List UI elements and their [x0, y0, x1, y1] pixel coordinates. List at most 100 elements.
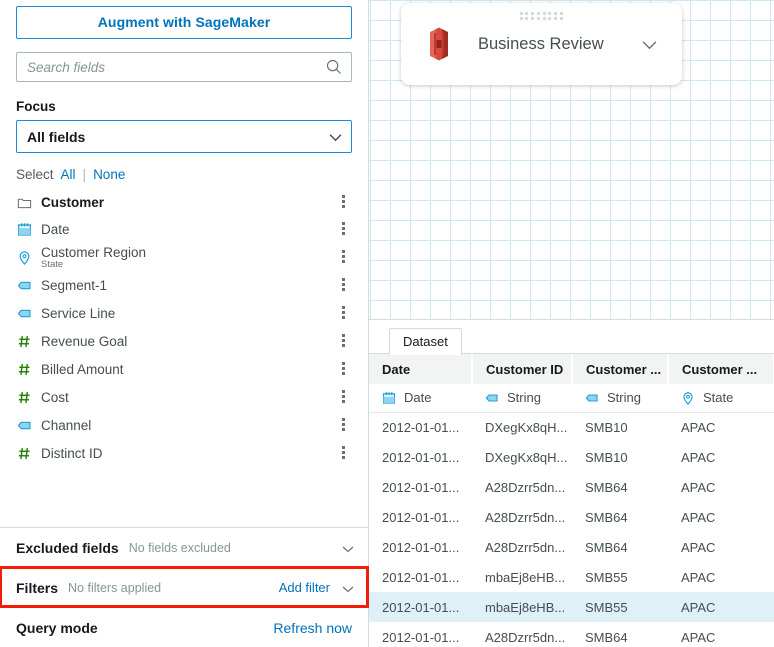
kebab-menu-icon[interactable]: [336, 334, 350, 348]
calendar-icon-wrap: [382, 391, 397, 406]
excluded-fields-section[interactable]: Excluded fields No fields excluded: [0, 527, 368, 567]
field-row[interactable]: Segment-1: [16, 273, 352, 297]
table-cell: 2012-01-01...: [369, 622, 472, 647]
kebab-menu-icon[interactable]: [336, 362, 350, 376]
table-cell: A28Dzrr5dn...: [472, 532, 572, 562]
kebab-menu-icon[interactable]: [336, 306, 350, 320]
table-cell: mbaEj8eHB...: [472, 592, 572, 622]
table-column-header[interactable]: Customer ...: [572, 354, 668, 384]
chevron-down-icon[interactable]: [342, 543, 354, 555]
table-cell: SMB10: [572, 442, 668, 472]
table-row[interactable]: 2012-01-01...A28Dzrr5dn...SMB64APAC: [369, 472, 774, 502]
field-name: Revenue Goal: [41, 334, 127, 349]
table-column-type[interactable]: State: [668, 384, 774, 412]
geo-pin-icon-wrap: [681, 391, 696, 406]
table-cell: 2012-01-01...: [369, 472, 472, 502]
number-icon-wrap: [16, 333, 32, 349]
data-prep-canvas[interactable]: Business Review: [369, 0, 774, 319]
geo-pin-icon-wrap: [16, 249, 32, 265]
table-row[interactable]: 2012-01-01...DXegKx8qH...SMB10APAC: [369, 442, 774, 472]
fields-panel: Augment with SageMaker Focus All fields …: [0, 0, 369, 647]
table-cell: SMB10: [572, 412, 668, 442]
kebab-menu-icon[interactable]: [336, 418, 350, 432]
table-cell: APAC: [668, 592, 774, 622]
table-column-header[interactable]: Date: [369, 354, 472, 384]
field-row[interactable]: Date: [16, 217, 352, 241]
table-column-header[interactable]: Customer ...: [668, 354, 774, 384]
kebab-menu-icon[interactable]: [336, 278, 350, 292]
kebab-menu-icon[interactable]: [336, 250, 350, 264]
field-row[interactable]: Cost: [16, 385, 352, 409]
table-column-type[interactable]: Date: [369, 384, 472, 412]
table-column-type[interactable]: String: [472, 384, 572, 412]
chevron-down-icon[interactable]: [641, 36, 658, 53]
number-icon-wrap: [16, 389, 32, 405]
preview-table-head: DateCustomer IDCustomer ...Customer ... …: [369, 354, 774, 412]
query-mode-section[interactable]: Query mode Refresh now: [0, 607, 368, 647]
table-cell: APAC: [668, 532, 774, 562]
filters-section[interactable]: Filters No filters applied Add filter: [0, 567, 368, 607]
table-cell: mbaEj8eHB...: [472, 562, 572, 592]
dataset-node-card[interactable]: Business Review: [401, 3, 682, 85]
kebab-menu-icon[interactable]: [336, 446, 350, 460]
kebab-menu-icon[interactable]: [336, 390, 350, 404]
augment-with-sagemaker-button[interactable]: Augment with SageMaker: [16, 6, 352, 39]
search-fields-container[interactable]: [16, 52, 352, 82]
kebab-menu-icon[interactable]: [336, 195, 350, 209]
focus-select[interactable]: All fields: [16, 120, 352, 153]
string-icon-wrap: [585, 391, 600, 406]
field-name: Cost: [41, 390, 69, 405]
table-cell: APAC: [668, 502, 774, 532]
field-row[interactable]: Channel: [16, 413, 352, 437]
add-filter-link[interactable]: Add filter: [279, 580, 330, 595]
table-cell: APAC: [668, 562, 774, 592]
table-cell: DXegKx8qH...: [472, 442, 572, 472]
table-row[interactable]: 2012-01-01...A28Dzrr5dn...SMB64APAC: [369, 502, 774, 532]
chevron-down-icon[interactable]: [342, 583, 354, 595]
table-cell: 2012-01-01...: [369, 442, 472, 472]
number-icon-wrap: [16, 445, 32, 461]
column-type-label: String: [607, 390, 641, 405]
filters-title: Filters: [16, 580, 58, 596]
field-row[interactable]: Billed Amount: [16, 357, 352, 381]
search-input[interactable]: [17, 53, 351, 81]
drag-handle-icon[interactable]: [520, 12, 564, 20]
field-label-stack: Revenue Goal: [41, 334, 127, 349]
table-cell: A28Dzrr5dn...: [472, 622, 572, 647]
field-list: Customer Date Customer RegionState Segment-…: [0, 182, 368, 527]
column-type-label: State: [703, 390, 733, 405]
string-icon: [17, 278, 32, 293]
table-column-type[interactable]: String: [572, 384, 668, 412]
table-row[interactable]: 2012-01-01...DXegKx8qH...SMB10APAC: [369, 412, 774, 442]
calendar-icon-wrap: [16, 221, 32, 237]
field-row[interactable]: Service Line: [16, 301, 352, 325]
field-label-stack: Customer RegionState: [41, 245, 146, 270]
string-icon: [17, 418, 32, 433]
dataset-cube-icon: [423, 27, 455, 61]
table-column-header[interactable]: Customer ID: [472, 354, 572, 384]
fields-panel-header: Augment with SageMaker Focus All fields …: [0, 0, 368, 182]
kebab-menu-icon[interactable]: [336, 222, 350, 236]
field-label-stack: Date: [41, 222, 70, 237]
table-row[interactable]: 2012-01-01...A28Dzrr5dn...SMB64APAC: [369, 532, 774, 562]
table-cell: 2012-01-01...: [369, 592, 472, 622]
field-row[interactable]: Distinct ID: [16, 441, 352, 465]
table-cell: A28Dzrr5dn...: [472, 502, 572, 532]
field-row[interactable]: Revenue Goal: [16, 329, 352, 353]
select-none-link[interactable]: None: [93, 167, 125, 182]
select-separator: |: [83, 167, 87, 182]
calendar-icon: [382, 391, 396, 405]
table-cell: 2012-01-01...: [369, 532, 472, 562]
select-all-link[interactable]: All: [61, 167, 76, 182]
table-row[interactable]: 2012-01-01...A28Dzrr5dn...SMB64APAC: [369, 622, 774, 647]
focus-label: Focus: [16, 99, 352, 114]
table-row[interactable]: 2012-01-01...mbaEj8eHB...SMB55APAC: [369, 592, 774, 622]
field-row[interactable]: Customer: [16, 191, 352, 213]
dataset-title: Business Review: [478, 35, 604, 54]
tab-dataset[interactable]: Dataset: [389, 328, 462, 355]
preview-table: DateCustomer IDCustomer ...Customer ... …: [369, 354, 774, 647]
field-row[interactable]: Customer RegionState: [16, 245, 352, 269]
refresh-now-link[interactable]: Refresh now: [273, 620, 352, 636]
table-cell: SMB55: [572, 592, 668, 622]
table-row[interactable]: 2012-01-01...mbaEj8eHB...SMB55APAC: [369, 562, 774, 592]
